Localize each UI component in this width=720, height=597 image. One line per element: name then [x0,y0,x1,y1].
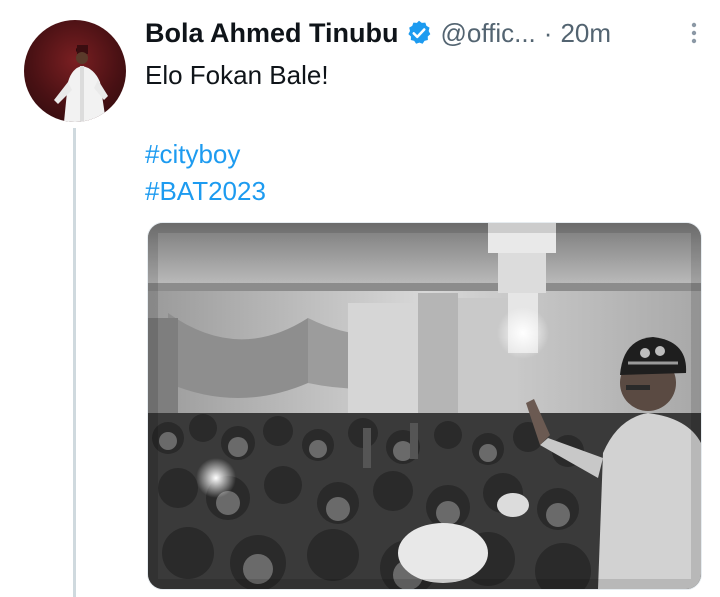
event-crowd-photo [148,223,701,589]
more-vertical-icon[interactable] [690,20,698,46]
tweet-media-photo[interactable] [147,222,702,590]
author-handle[interactable]: @offic... [441,18,536,49]
thread-connector-line [73,128,76,597]
avatar-image [54,45,108,122]
tweet-timestamp[interactable]: 20m [560,18,611,49]
separator-dot: · [543,17,553,48]
author-avatar[interactable] [24,20,126,122]
tweet-header: Bola Ahmed Tinubu @offic... · 20m [145,16,698,50]
author-name[interactable]: Bola Ahmed Tinubu [145,18,399,49]
tweet-text: Elo Fokan Bale! [145,60,329,90]
hashtag-cityboy[interactable]: #cityboy [145,139,240,170]
verified-badge-icon [405,19,433,47]
hashtag-bat2023[interactable]: #BAT2023 [145,176,266,207]
